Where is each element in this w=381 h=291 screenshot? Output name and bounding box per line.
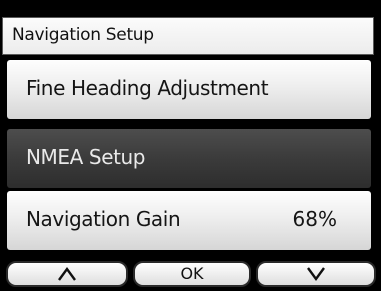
up-button[interactable]: [6, 261, 128, 287]
menu-item-navigation-gain[interactable]: Navigation Gain 68%: [7, 191, 371, 250]
menu-item-label: Navigation Gain: [26, 207, 181, 231]
menu-item-fine-heading-adjustment[interactable]: Fine Heading Adjustment: [7, 60, 371, 119]
down-arrow-icon: [307, 267, 325, 282]
up-arrow-icon: [58, 266, 76, 281]
ok-button[interactable]: OK: [133, 261, 251, 287]
menu-item-label: NMEA Setup: [26, 145, 146, 169]
device-screen: Navigation Setup Fine Heading Adjustment…: [0, 0, 381, 291]
navigation-gain-value: 68%: [292, 207, 337, 231]
menu-item-label: Fine Heading Adjustment: [26, 76, 269, 100]
page-title: Navigation Setup: [12, 25, 154, 45]
menu-item-nmea-setup[interactable]: NMEA Setup: [7, 129, 371, 188]
title-bar: Navigation Setup: [2, 17, 374, 55]
down-button[interactable]: [256, 261, 376, 287]
ok-button-label: OK: [180, 264, 204, 283]
